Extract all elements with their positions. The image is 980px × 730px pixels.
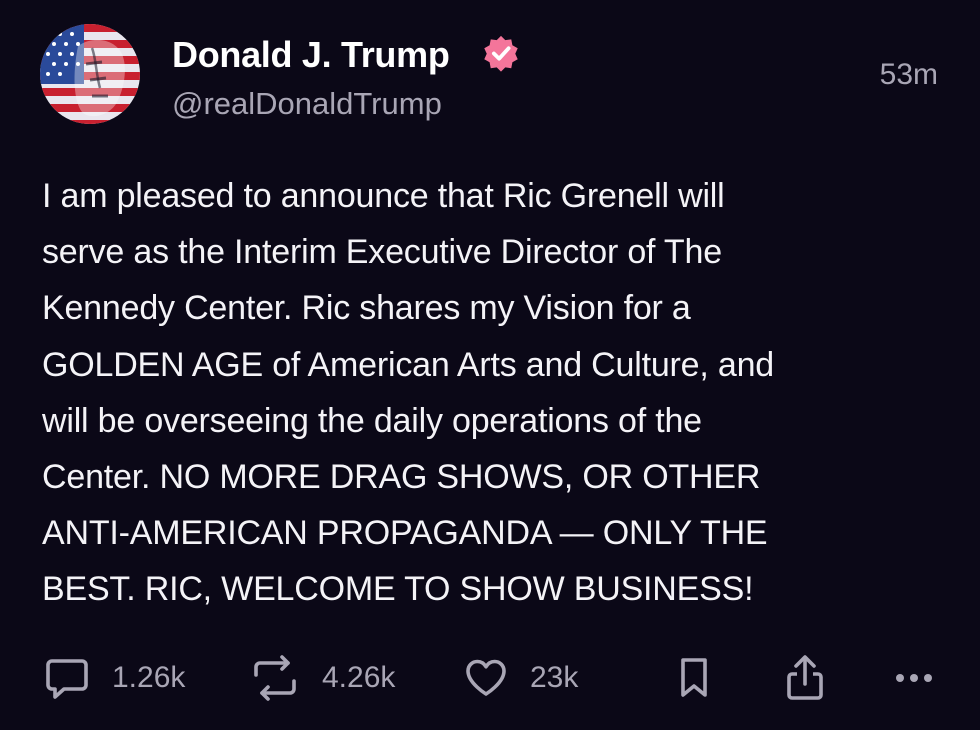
post-timestamp[interactable]: 53m [880,56,938,94]
post-body: I am pleased to announce that Ric Grenel… [42,168,942,618]
more-options-button[interactable] [894,650,936,706]
share-button[interactable] [784,650,826,706]
repost-icon [254,655,296,701]
heart-icon [466,659,506,696]
post-body-line: Kennedy Center. Ric shares my Vision for… [42,289,691,328]
verified-badge-icon [484,35,518,72]
repost-button[interactable]: 4.26k [250,650,395,706]
repost-count: 4.26k [322,661,396,694]
post-body-line: I am pleased to announce that Ric Grenel… [42,177,725,215]
bookmark-icon [681,658,707,697]
post-body-line: serve as the Interim Executive Director … [42,233,722,272]
display-name[interactable]: Donald J. Trump [172,34,450,76]
post-body-line: will be overseeing the daily operations … [42,401,702,440]
comment-icon [46,659,88,699]
avatar-image [40,24,140,124]
post-body-line: Center. NO MORE DRAG SHOWS, OR OTHER [42,458,761,497]
reply-count: 1.26k [112,661,186,694]
like-button[interactable]: 23k [464,650,578,706]
like-count: 23k [530,661,579,694]
reply-button[interactable]: 1.26k [44,650,185,706]
more-icon [896,674,932,682]
user-handle[interactable]: @realDonaldTrump [172,84,442,124]
post-body-line: BEST. RIC, WELCOME TO SHOW BUSINESS! [42,570,754,609]
post-body-line: GOLDEN AGE of American Arts and Culture,… [42,345,774,384]
bookmark-button[interactable] [676,650,712,706]
post-card: Donald J. Trump @realDonaldTrump 53m I a… [0,0,980,730]
post-body-line: ANTI-AMERICAN PROPAGANDA — ONLY THE [42,514,768,553]
share-icon [787,655,823,700]
action-bar: 1.26k 4.26k 23k [0,650,980,706]
avatar[interactable] [40,24,140,124]
